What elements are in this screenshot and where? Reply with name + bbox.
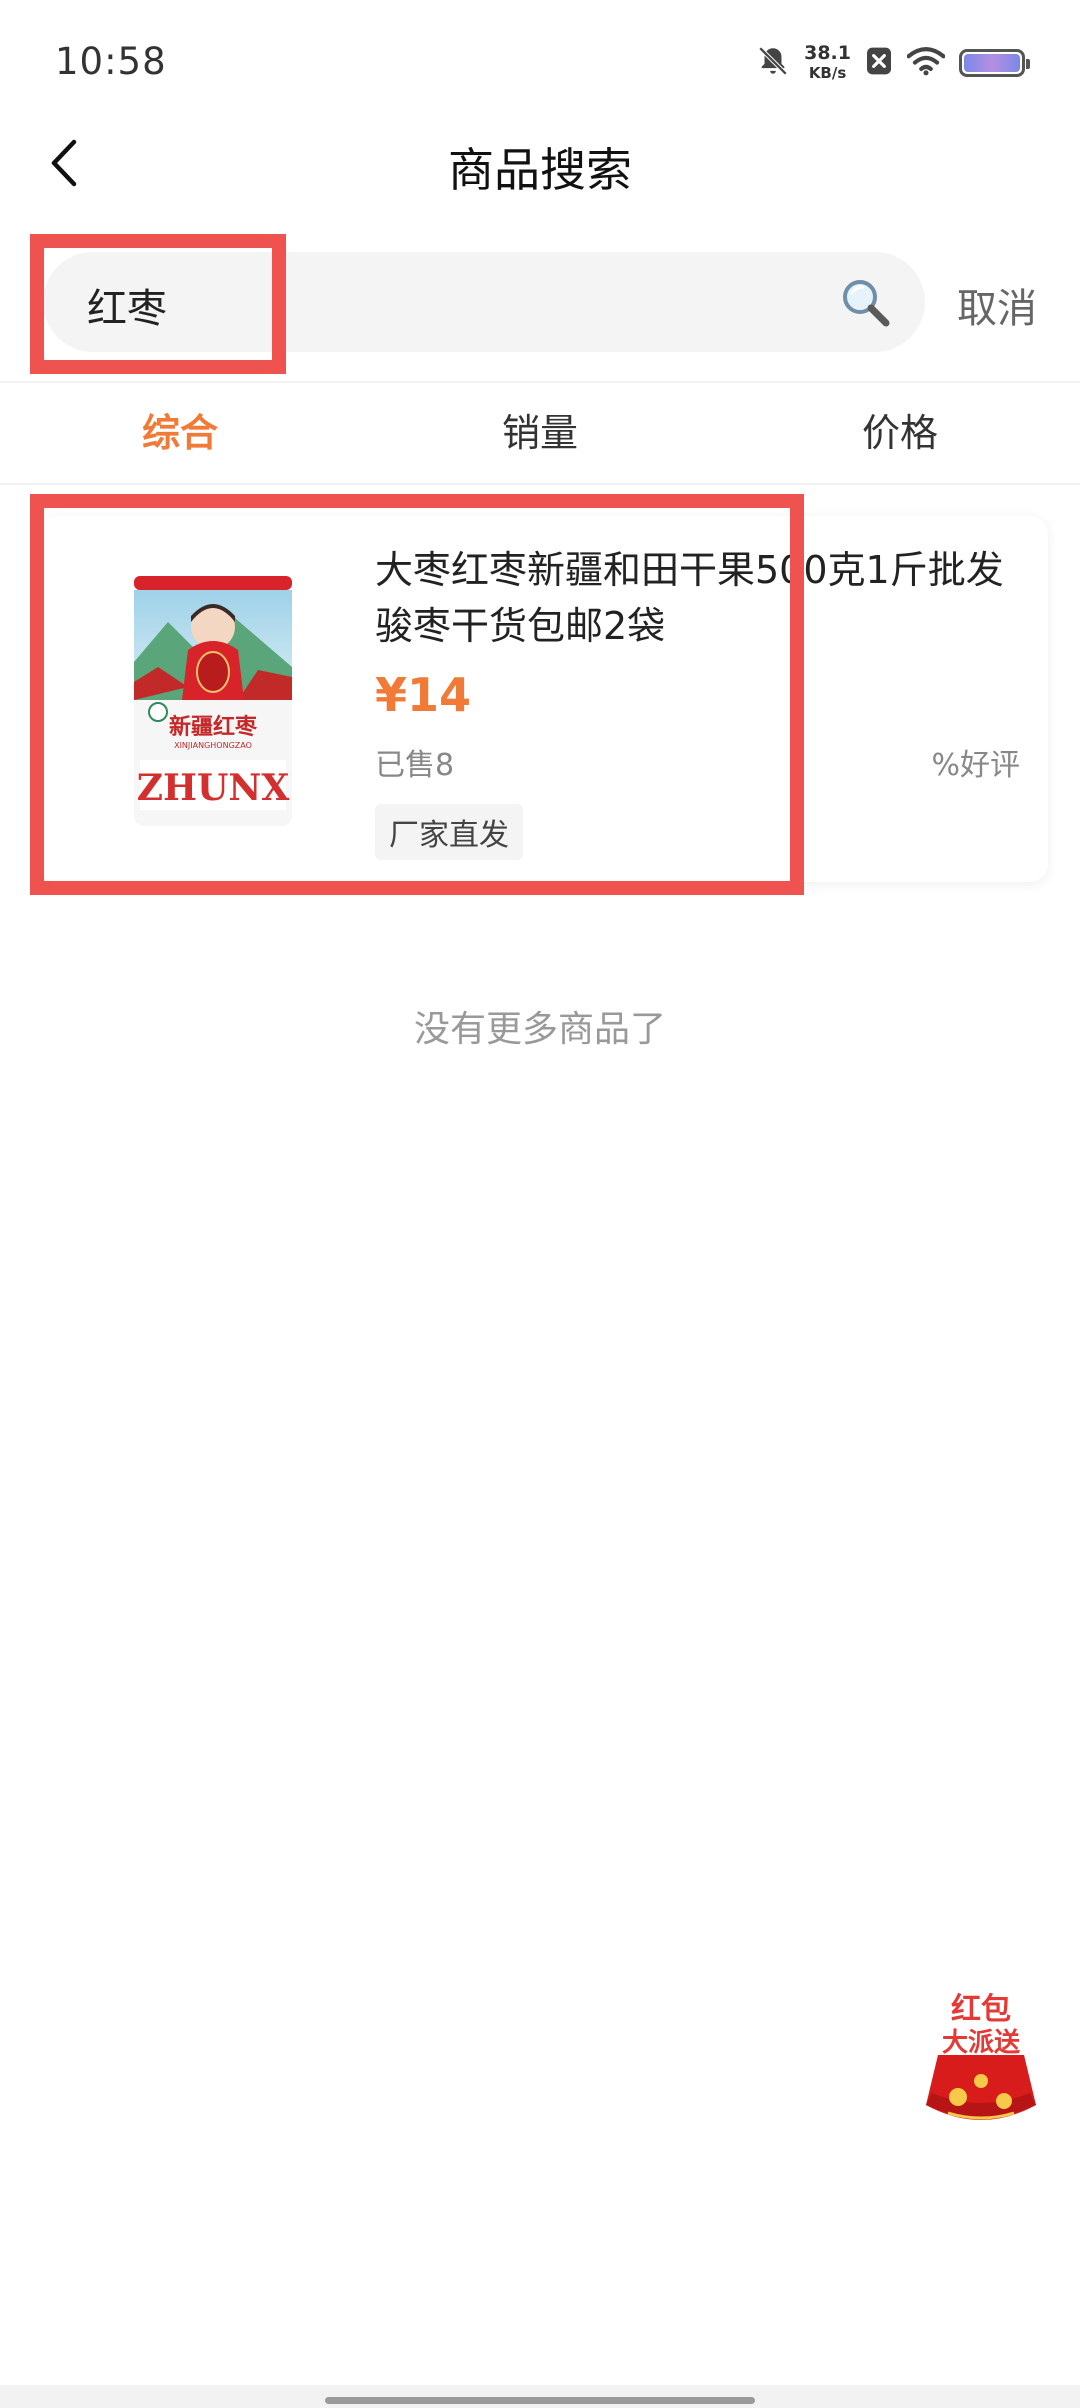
divider — [0, 483, 1080, 485]
status-icons: 38.1 KB/s — [756, 38, 1030, 88]
svg-text:XINJIANGHONGZAO: XINJIANGHONGZAO — [174, 741, 252, 750]
battery-level — [964, 54, 1020, 72]
net-speed-unit: KB/s — [808, 64, 847, 82]
sort-tabs: 综合 销量 价格 — [0, 383, 1080, 483]
close-badge-icon — [865, 45, 893, 81]
product-title[interactable]: 大枣红枣新疆和田干果500克1斤批发骏枣干货包邮2袋 — [375, 542, 1035, 654]
product-rating: %好评 — [931, 748, 1020, 783]
cancel-button[interactable]: 取消 — [957, 276, 1037, 334]
product-price: ¥14 — [375, 668, 472, 722]
tab-price[interactable]: 价格 — [720, 383, 1080, 483]
status-time: 10:58 — [55, 40, 167, 83]
net-speed: 38.1 KB/s — [804, 43, 851, 83]
wifi-icon — [906, 46, 946, 80]
tab-comprehensive[interactable]: 综合 — [0, 383, 360, 483]
product-card[interactable]: 新疆红枣 XINJIANGHONGZAO ZHUNX 大枣红枣新疆和田干果500… — [38, 516, 1048, 882]
red-packet-line2: 大派送 — [942, 2028, 1020, 2058]
product-image: 新疆红枣 XINJIANGHONGZAO ZHUNX — [128, 572, 298, 830]
package-label: 新疆红枣 — [169, 714, 258, 740]
red-packet-line1: 红包 — [951, 1992, 1011, 2027]
magnifier-icon[interactable] — [837, 274, 893, 330]
header: 商品搜索 — [0, 120, 1080, 204]
product-sold-count: 已售8 — [375, 748, 455, 783]
search-input-value: 红枣 — [87, 286, 167, 332]
net-speed-value: 38.1 — [804, 42, 851, 64]
bell-off-icon — [756, 44, 790, 82]
page-title: 商品搜索 — [448, 143, 632, 197]
status-bar: 10:58 38.1 KB/s — [0, 0, 1080, 120]
battery-icon — [959, 49, 1030, 77]
home-indicator[interactable] — [325, 2397, 755, 2404]
search-input[interactable]: 红枣 — [43, 252, 925, 352]
no-more-message: 没有更多商品了 — [413, 1009, 666, 1050]
tab-sales[interactable]: 销量 — [360, 383, 720, 483]
package-brand: ZHUNX — [137, 767, 290, 809]
product-tag: 厂家直发 — [375, 804, 523, 860]
red-packet-button[interactable]: 红包 大派送 — [918, 1985, 1044, 2130]
